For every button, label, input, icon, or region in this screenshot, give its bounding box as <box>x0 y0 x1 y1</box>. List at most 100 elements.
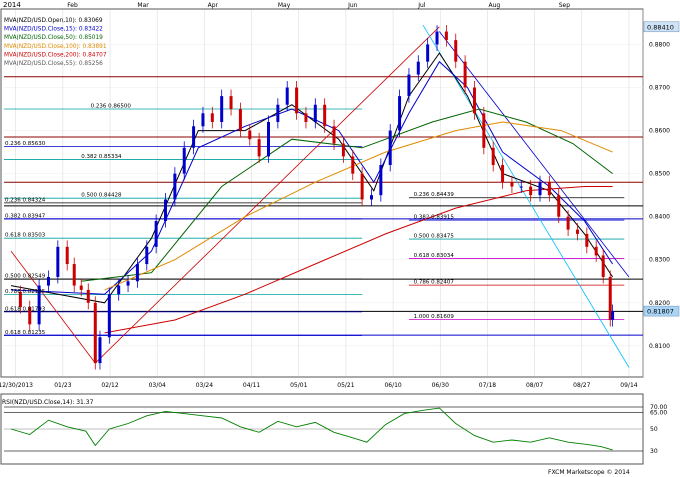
price-candle <box>547 182 551 196</box>
price-candle <box>182 147 186 174</box>
price-candle <box>601 255 605 277</box>
x-tick-label: 08/27 <box>573 382 590 389</box>
price-candle <box>575 229 579 234</box>
month-label: Aug <box>489 2 501 9</box>
price-candle <box>454 40 458 62</box>
y-tick-label: 0.8500 <box>649 171 670 178</box>
price-candle <box>126 281 130 286</box>
price-candle <box>585 233 589 247</box>
fib-level-label: 0.786 0.82407 <box>414 280 455 286</box>
fib-level-label: 0.236 0.84324 <box>5 197 46 203</box>
price-candle <box>98 337 102 364</box>
y-tick-label: 0.8300 <box>649 257 670 264</box>
legend-entry: MVA(NZD/USD.Close,15): 0.83422 <box>4 27 103 33</box>
price-candle <box>107 294 111 338</box>
price-candle <box>266 121 270 157</box>
y-tick-label: 0.8200 <box>649 300 670 307</box>
price-candle <box>501 165 505 183</box>
month-label: Jul <box>417 2 426 9</box>
rsi-level-label: 30 <box>650 448 658 455</box>
legend-entry: MVA(NZD/USD.Close,50): 0.85019 <box>4 35 103 41</box>
fib-level-label: 0.382 0.85334 <box>81 154 122 160</box>
x-tick-label: 08/07 <box>526 382 543 389</box>
price-candle <box>313 104 317 122</box>
price-candle <box>257 139 261 157</box>
legend-entry: MVA(NZD/USD.Close,200): 0.84707 <box>4 52 107 58</box>
price-candle <box>56 246 60 277</box>
price-candle <box>482 113 486 148</box>
footer-credit: FXCM Marketscope © 2014 <box>548 469 630 476</box>
month-label: Feb <box>67 2 78 9</box>
price-badge-label: 0.88410 <box>647 23 674 31</box>
year-label: 2014 <box>3 1 21 9</box>
legend-entry: MVA(NZD/USD.Open,10): 0.83069 <box>4 18 103 24</box>
price-candle <box>407 74 411 97</box>
price-candle <box>93 302 97 364</box>
price-candle <box>295 87 299 114</box>
fib-level-label: 0.618 0.81235 <box>5 330 46 336</box>
price-candle <box>557 195 561 217</box>
price-candle <box>192 126 196 148</box>
price-candle <box>463 61 467 88</box>
y-tick-label: 0.8800 <box>649 41 670 48</box>
fib-level-label: 0.786 0.82185 <box>5 289 46 295</box>
price-candle <box>65 246 69 265</box>
price-candle <box>566 216 570 230</box>
price-candle <box>276 104 280 122</box>
price-candle <box>117 285 121 295</box>
price-candle <box>416 61 420 75</box>
price-candle <box>491 147 495 166</box>
x-tick-label: 03/04 <box>149 382 166 389</box>
price-candle <box>435 31 439 45</box>
price-candle <box>351 156 355 174</box>
price-candle <box>210 113 214 122</box>
price-candle <box>611 310 615 321</box>
price-candle <box>248 130 252 140</box>
price-candle <box>379 165 383 196</box>
price-candle <box>510 182 514 187</box>
fib-level-label: 0.500 0.84428 <box>81 193 122 199</box>
month-label: Jun <box>347 2 358 9</box>
price-candle <box>332 126 336 144</box>
rsi-level-label: 65.00 <box>650 410 667 417</box>
x-tick-label: 03/24 <box>196 382 213 389</box>
price-candle <box>594 246 598 256</box>
price-candle <box>398 96 402 131</box>
price-candle <box>323 104 327 127</box>
price-candle <box>238 109 242 131</box>
price-candle <box>164 199 168 221</box>
rsi-level-label: 50 <box>650 426 658 433</box>
price-candle <box>426 44 430 62</box>
y-tick-label: 0.8100 <box>649 343 670 350</box>
x-tick-label: 06/30 <box>432 382 449 389</box>
price-candle <box>444 31 448 41</box>
price-candle <box>229 96 233 110</box>
fib-level-label: 0.236 0.84439 <box>414 192 455 198</box>
legend-entry: MVA(NZD/USD.Close,55): 0.85256 <box>4 61 103 67</box>
fib-level-label: 0.500 0.83475 <box>414 234 455 240</box>
price-candle <box>135 264 139 282</box>
x-tick-label: 09/14 <box>620 382 637 389</box>
price-candle <box>472 87 476 114</box>
price-candle <box>86 289 90 303</box>
price-candle <box>519 186 523 188</box>
price-candle <box>145 246 149 265</box>
month-label: May <box>278 2 291 9</box>
month-label: Apr <box>208 2 219 9</box>
rsi-label: RSI(NZD/USD.Close,14): 31.37 <box>2 399 94 406</box>
fib-level-label: 0.382 0.83947 <box>5 213 46 219</box>
fib-level-label: 0.618 0.83034 <box>414 253 455 259</box>
fib-level-label: 0.236 0.86500 <box>91 104 132 110</box>
legend-entry: MVA(NZD/USD.Close,100): 0.83891 <box>4 44 107 50</box>
price-candle <box>529 186 533 196</box>
x-tick-label: 04/11 <box>243 382 260 389</box>
month-label: Sep <box>559 2 571 9</box>
fib-level-label: 0.382 0.83915 <box>414 215 455 221</box>
price-candle <box>173 173 177 200</box>
y-tick-label: 0.8700 <box>649 85 670 92</box>
fib-level-label: 0.618 0.81793 <box>5 306 46 312</box>
price-candle <box>341 143 345 157</box>
x-tick-label: 12/30/2013 <box>0 382 33 389</box>
price-candle <box>360 173 364 200</box>
x-tick-label: 07/18 <box>479 382 496 389</box>
